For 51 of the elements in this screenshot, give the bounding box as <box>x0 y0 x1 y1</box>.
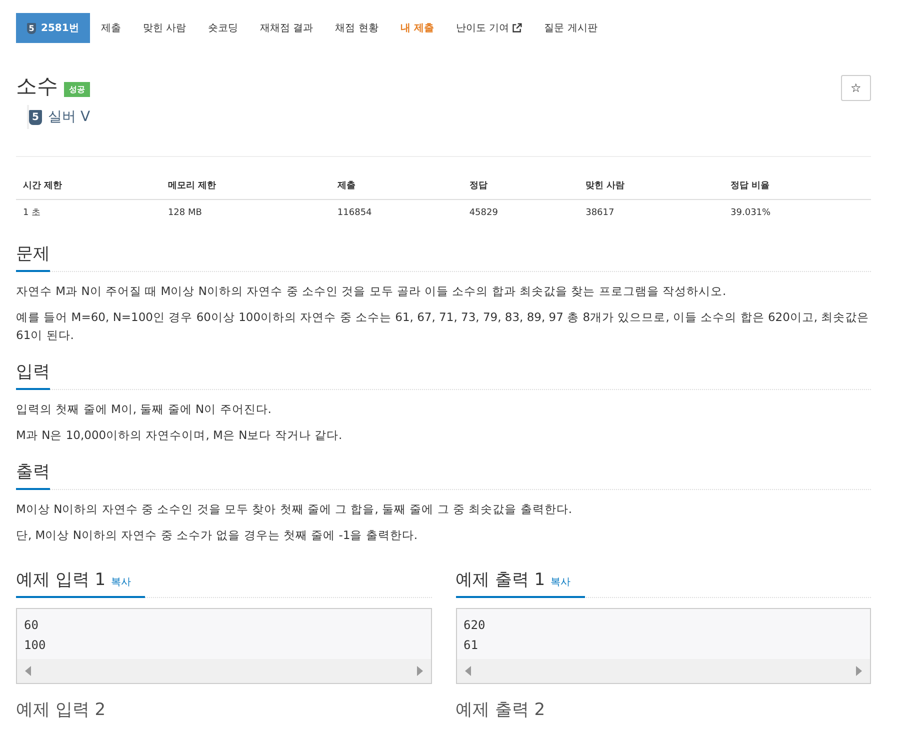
scroll-left-icon[interactable] <box>464 666 470 676</box>
table-cell: 116854 <box>330 200 462 226</box>
paragraph: 예를 들어 M=60, N=100인 경우 60이상 100이하의 자연수 중 소수는 61, 67, 71, 73, 79, 83, 89, 97 총 8개가 있으므로, 이들 소수의 합은 620이고, 최솟값은 61이 된다. <box>16 309 870 344</box>
horizontal-scrollbar[interactable] <box>17 659 430 683</box>
copy-link[interactable]: 복사 <box>550 577 571 588</box>
scroll-right-icon[interactable] <box>416 666 422 676</box>
copy-link[interactable]: 복사 <box>111 577 132 588</box>
table-cell: 128 MB <box>160 200 330 226</box>
paragraph: 자연수 M과 N이 주어질 때 M이상 N이하의 자연수 중 소수인 것을 모두 골라 이들 소수의 합과 최솟값을 찾는 프로그램을 작성하시오. <box>16 283 728 300</box>
nav-tab[interactable]: 5 2581번 <box>16 13 90 43</box>
tier-badge-icon: 5 <box>29 110 42 124</box>
result-label: 성공 <box>64 82 90 97</box>
section-heading: 입력 <box>16 360 50 390</box>
code-line: 61 <box>464 637 479 654</box>
paragraph: M과 N은 10,000이하의 자연수이며, M은 N보다 작거나 같다. <box>16 427 344 444</box>
column-header: 맞힌 사람 <box>578 156 724 200</box>
scroll-right-icon[interactable] <box>856 666 862 676</box>
sample-heading: 예제 출력 1 <box>456 570 546 590</box>
tier-label: 실버 V <box>48 108 90 126</box>
table-cell: 1 초 <box>16 200 161 226</box>
code-line: 620 <box>464 617 486 634</box>
section-heading: 출력 <box>16 460 50 490</box>
column-header: 제출 <box>330 156 462 200</box>
horizontal-scrollbar[interactable] <box>456 659 870 683</box>
favorite-button[interactable]: ☆ <box>841 75 871 101</box>
paragraph: M이상 N이하의 자연수 중 소수인 것을 모두 찾아 첫째 줄에 그 합을, 둘째 줄에 그 중 최솟값을 출력한다. <box>16 501 573 518</box>
tier-badge-icon: 5 <box>27 22 36 34</box>
code-line: 100 <box>24 637 47 654</box>
section-heading: 문제 <box>16 242 50 272</box>
column-header: 정답 비율 <box>724 156 871 200</box>
column-header: 메모리 제한 <box>160 156 330 200</box>
nav-tab[interactable]: 채점 현황 <box>324 13 390 43</box>
paragraph: 입력의 첫째 줄에 M이, 둘째 줄에 N이 주어진다. <box>16 401 272 418</box>
sample-heading: 예제 입력 2 <box>16 699 106 722</box>
nav-tab[interactable]: 난이도 기여 <box>444 13 534 43</box>
nav-tab[interactable]: 숏코딩 <box>197 13 250 43</box>
scroll-left-icon[interactable] <box>25 666 31 676</box>
sample-heading: 예제 출력 2 <box>456 699 546 722</box>
column-header: 정답 <box>462 156 579 200</box>
sample-heading: 예제 입력 1 <box>16 570 106 590</box>
table-cell: 45829 <box>462 200 579 226</box>
nav-tab[interactable]: 맞힌 사람 <box>132 13 198 43</box>
code-line: 60 <box>24 617 40 634</box>
nav-tab[interactable]: 제출 <box>90 13 132 43</box>
table-cell: 38617 <box>578 200 724 226</box>
nav-tab[interactable]: 질문 게시판 <box>533 13 608 43</box>
column-header: 시간 제한 <box>16 156 161 200</box>
table-cell: 39.031% <box>724 200 871 226</box>
paragraph: 단, M이상 N이하의 자연수 중 소수가 없을 경우는 첫째 줄에 -1을 출력한다. <box>16 527 419 544</box>
nav-tab[interactable]: 재채점 결과 <box>249 13 324 43</box>
problem-title: 소수 <box>16 73 58 99</box>
